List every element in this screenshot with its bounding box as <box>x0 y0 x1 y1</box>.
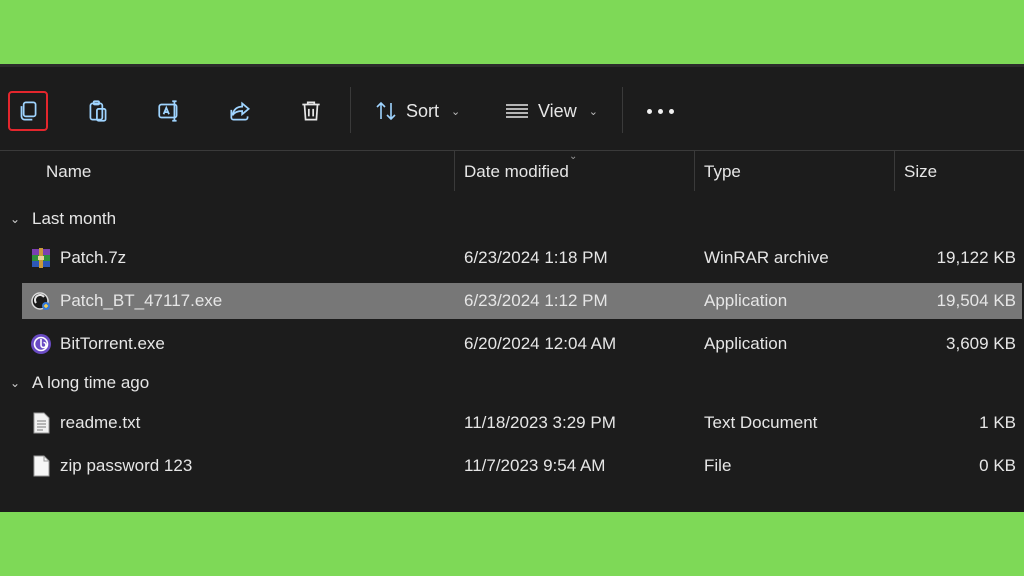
winrar-icon <box>32 248 50 268</box>
column-header-date[interactable]: Date modified <box>464 151 569 193</box>
delete-icon <box>302 101 320 121</box>
file-icon <box>33 455 50 477</box>
file-size: 19,504 KB <box>936 291 1016 310</box>
column-header-name[interactable]: Name <box>46 151 91 193</box>
file-size: 19,122 KB <box>936 248 1016 267</box>
rename-button[interactable] <box>149 91 189 131</box>
file-name: Patch_BT_47117.exe <box>60 291 223 310</box>
bittorrent-icon <box>31 334 51 354</box>
file-date: 11/18/2023 3:29 PM <box>464 413 616 432</box>
file-type: File <box>704 456 732 475</box>
chevron-down-icon: ⌄ <box>10 212 21 226</box>
file-explorer-window: Sort ⌄ View ⌄ Name Date modified Type Si… <box>0 64 1024 512</box>
more-options-icon <box>646 108 652 114</box>
rename-icon <box>158 100 178 122</box>
column-divider[interactable] <box>894 151 895 191</box>
toolbar-divider <box>350 87 351 133</box>
sort-label: Sort <box>406 100 440 121</box>
file-size: 0 KB <box>979 456 1016 475</box>
file-name-cell: zip password 123 <box>30 448 192 484</box>
column-divider[interactable] <box>694 151 695 191</box>
paste-icon <box>89 100 107 122</box>
share-button[interactable] <box>220 91 260 131</box>
file-name-cell: readme.txt <box>30 405 140 441</box>
toolbar-divider <box>622 87 623 133</box>
file-date: 6/23/2024 1:18 PM <box>464 248 608 267</box>
file-date: 6/20/2024 12:04 AM <box>464 334 617 353</box>
list-item[interactable]: BitTorrent.exe 6/20/2024 12:04 AM Applic… <box>22 326 1022 362</box>
file-name-cell: Patch.7z <box>30 240 126 276</box>
column-header-size[interactable]: Size <box>904 151 937 193</box>
file-name-cell: BitTorrent.exe <box>30 326 165 362</box>
chevron-down-icon: ⌄ <box>10 376 21 390</box>
group-label: A long time ago <box>32 373 150 392</box>
file-type: Application <box>704 291 788 310</box>
command-bar: Sort ⌄ View ⌄ <box>0 67 1024 151</box>
column-headers: Name Date modified Type Size <box>0 151 1024 193</box>
file-size: 3,609 KB <box>946 334 1016 353</box>
list-item[interactable]: Patch.7z 6/23/2024 1:18 PM WinRAR archiv… <box>22 240 1022 276</box>
group-header-long-time-ago[interactable]: ⌄ A long time ago <box>10 368 149 398</box>
list-item[interactable]: zip password 123 11/7/2023 9:54 AM File … <box>22 448 1022 484</box>
text-file-icon <box>33 412 50 434</box>
view-menu-button[interactable]: View ⌄ <box>504 91 598 131</box>
file-type: Text Document <box>704 413 818 432</box>
file-size: 1 KB <box>979 413 1016 432</box>
paste-button[interactable] <box>78 91 118 131</box>
file-date: 6/23/2024 1:12 PM <box>464 291 608 310</box>
list-item-selected[interactable]: Patch_BT_47117.exe 6/23/2024 1:12 PM App… <box>22 283 1022 319</box>
file-name: BitTorrent.exe <box>60 334 165 353</box>
file-name: readme.txt <box>60 413 141 432</box>
sort-indicator-icon: ⌄ <box>569 151 578 162</box>
file-name: zip password 123 <box>60 456 193 475</box>
sort-icon <box>376 101 396 121</box>
group-label: Last month <box>32 209 117 228</box>
more-options-button[interactable] <box>640 91 680 131</box>
sort-menu-button[interactable]: Sort ⌄ <box>374 91 460 131</box>
exe-icon <box>31 292 50 310</box>
delete-button[interactable] <box>291 91 331 131</box>
view-label: View <box>538 100 577 121</box>
file-name: Patch.7z <box>60 248 127 267</box>
group-header-last-month[interactable]: ⌄ Last month <box>10 204 116 234</box>
copy-button[interactable] <box>8 91 48 131</box>
share-icon <box>230 101 251 121</box>
file-date: 11/7/2023 9:54 AM <box>464 456 606 475</box>
column-header-type[interactable]: Type <box>704 151 741 193</box>
file-name-cell: Patch_BT_47117.exe <box>30 283 222 319</box>
column-divider[interactable] <box>454 151 455 191</box>
chevron-down-icon: ⌄ <box>451 105 461 118</box>
file-type: WinRAR archive <box>704 248 829 267</box>
chevron-down-icon: ⌄ <box>588 105 598 118</box>
view-icon <box>506 104 528 118</box>
list-item[interactable]: readme.txt 11/18/2023 3:29 PM Text Docum… <box>22 405 1022 441</box>
copy-icon <box>20 101 37 121</box>
file-type: Application <box>704 334 788 353</box>
